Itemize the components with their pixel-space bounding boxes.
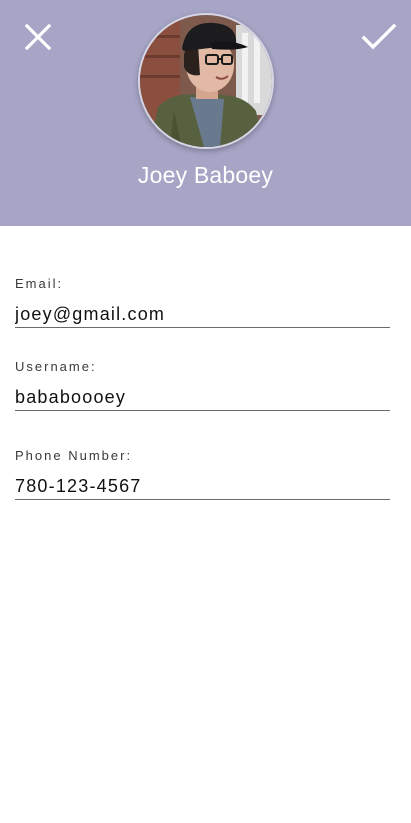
- avatar-photo: [140, 15, 272, 147]
- email-label: Email:: [15, 276, 64, 291]
- phone-field-group: Phone Number:: [15, 448, 390, 500]
- close-button[interactable]: [16, 15, 60, 59]
- close-icon: [24, 23, 52, 51]
- profile-avatar[interactable]: [138, 13, 274, 149]
- check-icon: [361, 23, 397, 50]
- confirm-button[interactable]: [357, 15, 401, 59]
- phone-field[interactable]: [15, 473, 390, 500]
- email-field[interactable]: [15, 301, 390, 328]
- phone-label: Phone Number:: [15, 448, 133, 463]
- edit-profile-screen: Joey Baboey Email: Username: Phone Numbe…: [0, 0, 411, 823]
- profile-header: Joey Baboey: [0, 0, 411, 226]
- username-field[interactable]: [15, 384, 390, 411]
- profile-name: Joey Baboey: [137, 162, 274, 188]
- email-field-group: Email:: [15, 276, 390, 328]
- username-field-group: Username:: [15, 359, 390, 411]
- username-label: Username:: [15, 359, 97, 374]
